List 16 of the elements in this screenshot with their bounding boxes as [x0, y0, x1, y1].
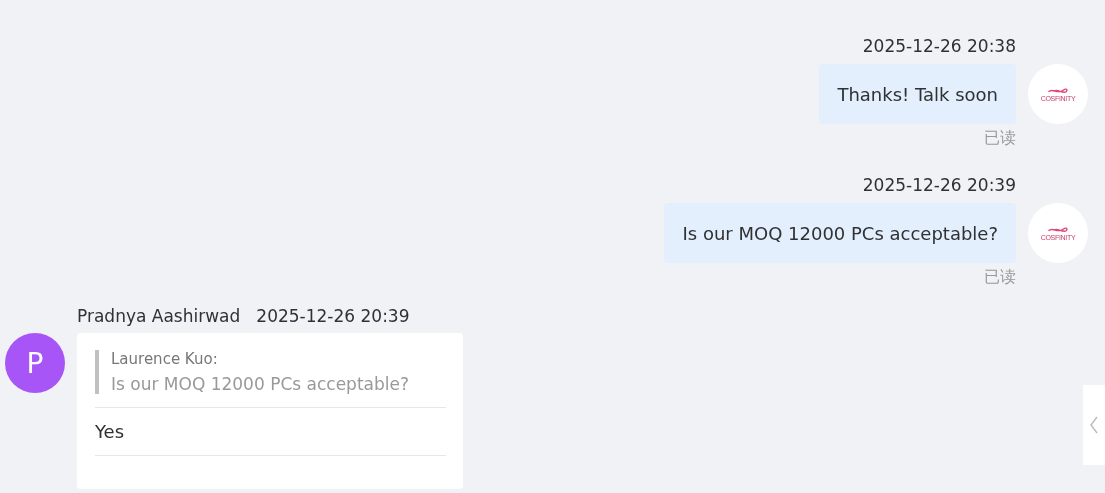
message-bubble: Thanks! Talk soon: [819, 64, 1016, 124]
sender-name: Pradnya Aashirwad: [77, 305, 241, 328]
read-status: 已读: [984, 127, 1016, 149]
message-time: 2025-12-26 20:38: [862, 35, 1016, 58]
message-text: Yes: [95, 421, 126, 442]
panel-toggle-button[interactable]: [1083, 385, 1105, 465]
quote-author: Laurence Kuo:: [111, 350, 219, 368]
avatar: P: [5, 333, 65, 393]
swirl-icon: [1047, 86, 1069, 95]
message-bubble: Is our MOQ 12000 PCs acceptable?: [664, 203, 1016, 263]
chevron-icon: [1089, 415, 1099, 435]
read-status: 已读: [984, 266, 1016, 288]
swirl-icon: [1047, 225, 1069, 234]
message-time: 2025-12-26 20:39: [256, 305, 410, 328]
quote-text: Is our MOQ 12000 PCs acceptable?: [111, 374, 410, 394]
message-time: 2025-12-26 20:39: [862, 174, 1016, 197]
